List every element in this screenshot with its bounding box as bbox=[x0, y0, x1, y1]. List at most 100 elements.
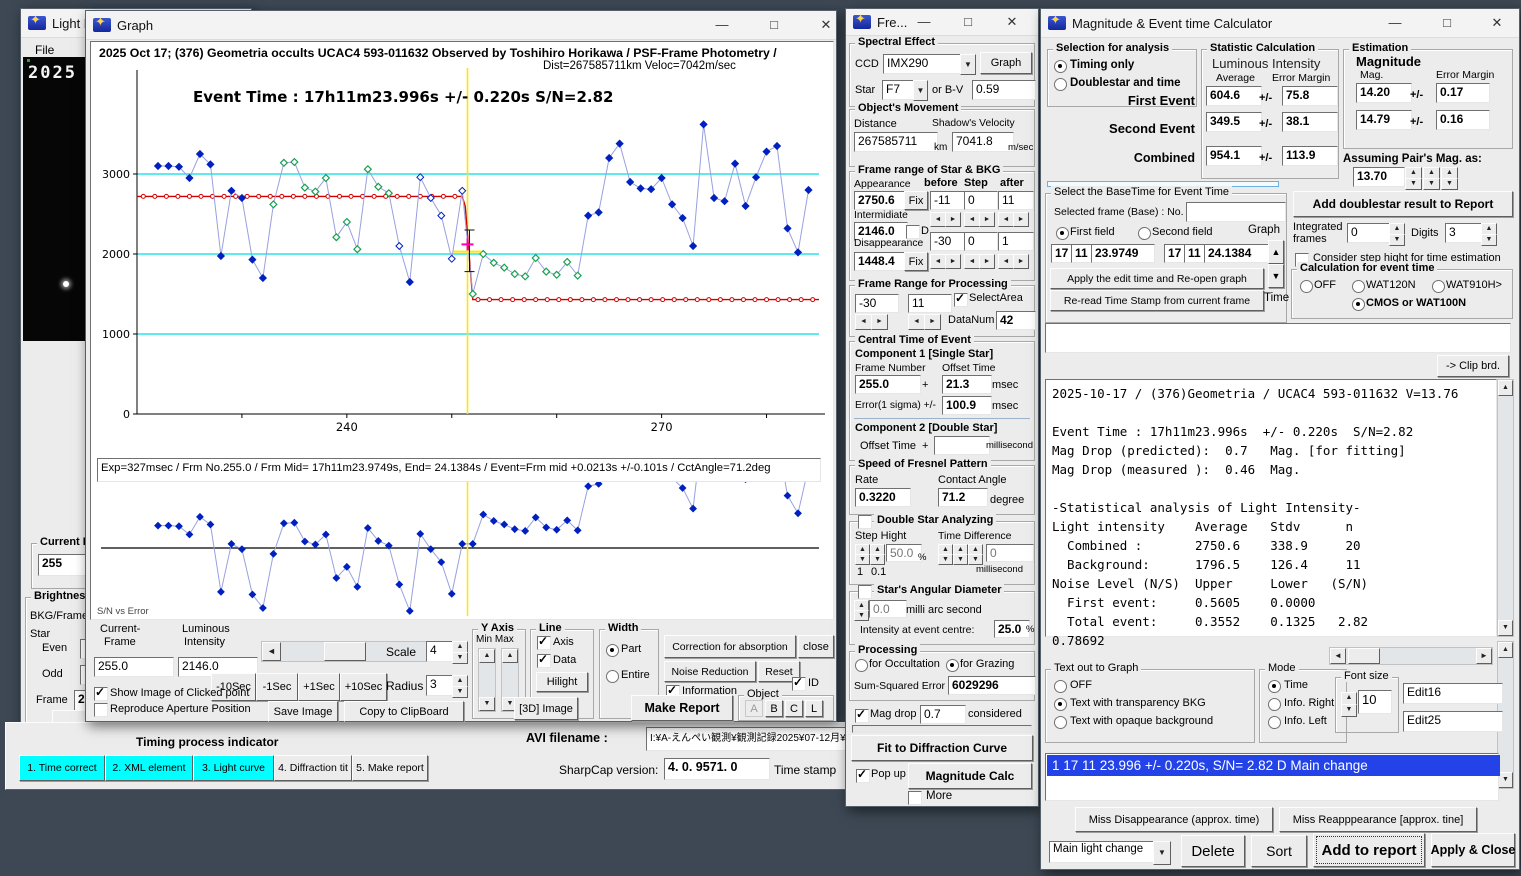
part-radio[interactable] bbox=[606, 644, 619, 657]
timing-step-4-button[interactable]: 4. Diffraction tit bbox=[274, 755, 352, 781]
scroll-left-icon[interactable]: ◄ bbox=[262, 642, 281, 661]
cmos-radio[interactable] bbox=[1352, 298, 1365, 311]
report-text-area[interactable]: 2025-10-17 / (376)Geometria / UCAC4 593-… bbox=[1045, 379, 1497, 648]
timing-step-5-button[interactable]: 5. Make report bbox=[352, 755, 428, 781]
maximize-icon[interactable]: □ bbox=[952, 9, 984, 34]
app-before-left-icon[interactable]: ◄ bbox=[930, 212, 946, 227]
dis-before-field[interactable]: -30 bbox=[930, 232, 966, 251]
maximize-icon[interactable]: □ bbox=[758, 11, 790, 38]
hilight-button[interactable]: Hilight bbox=[536, 672, 588, 692]
app-step-right-icon[interactable]: ► bbox=[979, 212, 995, 227]
mode-time-radio[interactable] bbox=[1268, 680, 1281, 693]
mode-info-right-radio[interactable] bbox=[1268, 698, 1281, 711]
add-doublestar-button[interactable]: Add doublestar result to Report bbox=[1293, 191, 1513, 217]
combined-err-field[interactable]: 113.9 bbox=[1282, 146, 1338, 166]
textout-opaque-radio[interactable] bbox=[1054, 716, 1067, 729]
combined-avg-field[interactable]: 954.1 bbox=[1206, 146, 1262, 166]
app-step-field[interactable]: 0 bbox=[964, 191, 998, 210]
current-frame-field[interactable]: 255.0 bbox=[94, 657, 174, 677]
integrated-frames-field[interactable]: 0 bbox=[1347, 223, 1393, 243]
close-icon[interactable]: ✕ bbox=[996, 9, 1028, 34]
step-hight-field[interactable]: 50.0 bbox=[886, 544, 922, 562]
graph-down-icon[interactable]: ▼ bbox=[1268, 264, 1284, 288]
digits-field[interactable]: 3 bbox=[1445, 223, 1485, 243]
timing-step-2-button[interactable]: 2. XML element bbox=[105, 755, 193, 781]
bv-field[interactable]: 0.59 bbox=[972, 80, 1036, 100]
yaxis-min-up-icon[interactable]: ▲ bbox=[479, 649, 495, 663]
magdrop-checkbox[interactable] bbox=[855, 707, 869, 723]
miss-reappearance-button[interactable]: Miss Reapppearance [approx. tine] bbox=[1279, 807, 1477, 832]
wat910h-radio[interactable] bbox=[1432, 280, 1445, 293]
miss-disappearance-button[interactable]: Miss Disappearance (approx. time) bbox=[1075, 807, 1273, 832]
timing-step-3-button[interactable]: 3. Light curve bbox=[193, 755, 274, 781]
contact-angle-field[interactable]: 71.2 bbox=[938, 488, 988, 507]
report-scrollbar[interactable]: ▲ ▼ bbox=[1497, 379, 1514, 637]
selectarea-checkbox[interactable] bbox=[954, 291, 968, 307]
yaxis-min-down-icon[interactable]: ▼ bbox=[479, 697, 495, 711]
apply-edit-time-button[interactable]: Apply the edit time and Re-open graph bbox=[1050, 268, 1264, 289]
h-scroll-thumb[interactable] bbox=[1348, 648, 1380, 664]
maximize-icon[interactable]: □ bbox=[1431, 9, 1463, 36]
app-before-field[interactable]: -11 bbox=[930, 191, 966, 210]
app-after-field[interactable]: 11 bbox=[998, 191, 1034, 210]
assume-down3-icon[interactable]: ▼ bbox=[1441, 178, 1458, 190]
app-after-left-icon[interactable]: ◄ bbox=[998, 212, 1014, 227]
textout-transparent-radio[interactable] bbox=[1054, 698, 1067, 711]
id-checkbox[interactable] bbox=[792, 675, 806, 691]
yaxis-min-scrollbar[interactable]: ▲ ▼ bbox=[478, 648, 496, 712]
second-err-field[interactable]: 38.1 bbox=[1282, 112, 1338, 132]
graph-close-button[interactable]: close bbox=[798, 635, 834, 658]
aux-text-box[interactable] bbox=[1045, 323, 1511, 353]
first-mag-err-field[interactable]: 0.17 bbox=[1436, 83, 1490, 103]
mode-info-left-radio[interactable] bbox=[1268, 716, 1281, 729]
report-scroll-up-icon[interactable]: ▲ bbox=[1498, 380, 1513, 396]
appearance-fix-button[interactable]: Fix bbox=[904, 191, 928, 210]
object-a-button[interactable]: A bbox=[745, 700, 763, 717]
angular-diameter-checkbox[interactable] bbox=[858, 585, 872, 599]
h-scroll-left-icon[interactable]: ◄ bbox=[1330, 648, 1346, 664]
velocity-field[interactable]: 7041.8 bbox=[952, 132, 1014, 152]
distance-field[interactable]: 267585711 bbox=[854, 132, 938, 152]
sse-field[interactable]: 6029296 bbox=[948, 676, 1036, 695]
plus-1sec-button[interactable]: +1Sec bbox=[298, 673, 340, 701]
intensity-centre-field[interactable]: 25.0 bbox=[994, 620, 1030, 638]
second-mag-err-field[interactable]: 0.16 bbox=[1436, 110, 1490, 130]
dis-step-right-icon[interactable]: ► bbox=[979, 254, 995, 269]
ccd-select[interactable]: IMX290 bbox=[883, 54, 965, 74]
range-to-left-icon[interactable]: ◄ bbox=[908, 314, 925, 330]
angular-down-icon[interactable]: ▼ bbox=[854, 610, 869, 621]
result-row-selected[interactable]: 1 17 11 23.996 +/- 0.220s, S/N= 2.82 D M… bbox=[1047, 755, 1500, 776]
rate-field[interactable]: 0.3220 bbox=[855, 488, 911, 507]
object-l-button[interactable]: L bbox=[805, 700, 823, 717]
magnitude-calc-button[interactable]: Magnitude Calc bbox=[908, 763, 1032, 789]
result-listbox[interactable]: 1 17 11 23.996 +/- 0.220s, S/N= 2.82 D M… bbox=[1045, 753, 1500, 801]
copy-clipboard-button[interactable]: Copy to ClipBoard bbox=[344, 701, 464, 722]
light-change-dropdown[interactable]: Main light change bbox=[1049, 841, 1157, 863]
first-err-field[interactable]: 75.8 bbox=[1282, 86, 1338, 106]
occultation-radio[interactable] bbox=[855, 659, 868, 672]
object-b-button[interactable]: B bbox=[765, 700, 783, 717]
t1-sec-field[interactable]: 23.9749 bbox=[1091, 244, 1155, 263]
h-scroll-right-icon[interactable]: ► bbox=[1476, 648, 1492, 664]
second-avg-field[interactable]: 349.5 bbox=[1206, 112, 1262, 132]
entire-radio[interactable] bbox=[606, 670, 619, 683]
timediff-down1-icon[interactable]: ▼ bbox=[938, 554, 953, 565]
yaxis-max-up-icon[interactable]: ▲ bbox=[502, 649, 518, 663]
intermediate-d-checkbox[interactable] bbox=[906, 225, 920, 239]
v-scroll-up-icon[interactable]: ▲ bbox=[1498, 642, 1513, 658]
plus-10sec-button[interactable]: +10Sec bbox=[340, 673, 387, 701]
dis-step-left-icon[interactable]: ◄ bbox=[964, 254, 980, 269]
star-dropdown-icon[interactable]: ▼ bbox=[913, 80, 928, 101]
sharpcap-version-field[interactable]: 4. 0. 9571. 0 bbox=[664, 758, 770, 780]
dis-step-field[interactable]: 0 bbox=[964, 232, 998, 251]
popup-checkbox[interactable] bbox=[856, 767, 870, 783]
doublestar-radio[interactable] bbox=[1054, 78, 1067, 91]
report-scroll-down-icon[interactable]: ▼ bbox=[1498, 620, 1513, 636]
radius-down-icon[interactable]: ▼ bbox=[452, 686, 468, 698]
first-mag-field[interactable]: 14.20 bbox=[1356, 83, 1412, 103]
minimize-icon[interactable]: — bbox=[1379, 9, 1411, 36]
data-checkbox[interactable] bbox=[537, 652, 551, 668]
fit-diffraction-button[interactable]: Fit to Diffraction Curve bbox=[851, 735, 1033, 761]
apply-close-button[interactable]: Apply & Close bbox=[1431, 833, 1515, 867]
dis-after-field[interactable]: 1 bbox=[998, 232, 1034, 251]
